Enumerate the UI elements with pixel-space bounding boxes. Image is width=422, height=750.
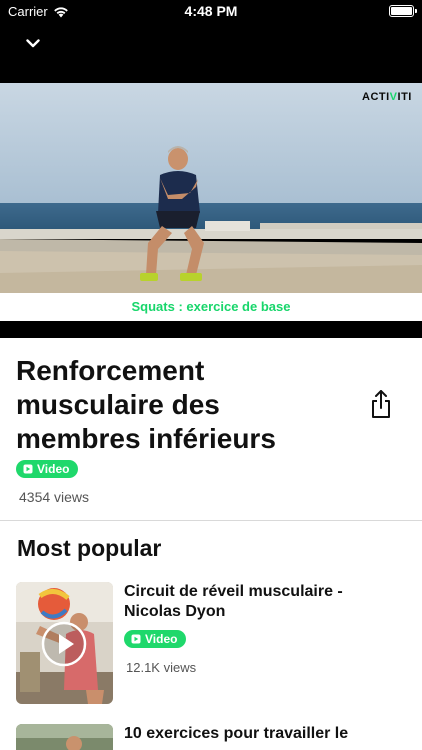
collapse-button[interactable] [20, 32, 46, 54]
brand-prefix: ACTI [362, 91, 390, 103]
list-item-title: Circuit de réveil musculaire - Nicolas D… [124, 583, 343, 620]
thumbnail-image [16, 582, 113, 704]
share-button[interactable] [366, 388, 396, 420]
content-type-badge: Video [16, 460, 79, 478]
list-item[interactable]: 10 exercices pour travailler le [16, 724, 408, 750]
video-icon [131, 634, 141, 644]
thumbnail [16, 724, 113, 750]
video-player[interactable]: ACTIVITI Squats : exercice de base [0, 83, 422, 338]
chevron-down-icon [26, 38, 40, 47]
section-title: Most popular [17, 535, 162, 561]
content-type-label: Video [37, 462, 70, 476]
thumbnail-image [16, 724, 113, 750]
brand-suffix: ITI [398, 91, 412, 103]
brand-accent: V [390, 91, 398, 103]
list-item[interactable]: Circuit de réveil musculaire - Nicolas D… [16, 582, 408, 704]
thumbnail [16, 582, 113, 704]
video-caption-bar: Squats : exercice de base [0, 293, 422, 321]
clock: 4:48 PM [184, 3, 238, 19]
top-nav [0, 22, 422, 83]
content-title-block: Renforcement musculaire des membres infé… [16, 354, 346, 456]
svg-text:ACTIVITI: ACTIVITI [362, 91, 412, 103]
status-bar: Carrier 4:48 PM [0, 0, 422, 22]
list-item-title: 10 exercices pour travailler le [124, 725, 349, 742]
list-item-badge: Video [124, 630, 187, 648]
video-caption: Squats : exercice de base [131, 299, 291, 314]
video-scene: ACTIVITI [0, 83, 422, 293]
list-item-views: 12.1K views [126, 660, 197, 675]
list-item-badge-label: Video [145, 632, 178, 646]
divider [0, 520, 422, 521]
battery-icon [389, 5, 417, 17]
content-title: Renforcement musculaire des membres infé… [16, 355, 276, 454]
video-frame[interactable]: ACTIVITI [0, 83, 422, 293]
share-icon [372, 390, 390, 418]
view-count: 4354 views [19, 489, 90, 505]
video-icon [23, 464, 33, 474]
